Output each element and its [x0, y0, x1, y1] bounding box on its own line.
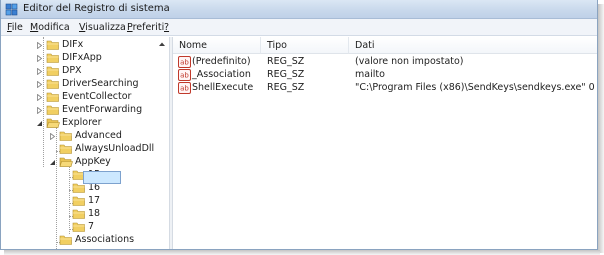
svg-text:ab: ab: [180, 59, 189, 67]
title-bar[interactable]: Editor del Registro di sistema: [1, 0, 597, 19]
value-name: (Predefinito): [192, 56, 251, 67]
tree-node-label: 7: [88, 221, 95, 232]
window-shadow-bottom: [4, 250, 600, 255]
value-type: REG_SZ: [267, 82, 305, 93]
value-type: REG_SZ: [267, 56, 305, 67]
menu-preferiti[interactable]: Preferiti: [127, 22, 164, 33]
collapsed-arrow-icon[interactable]: [36, 55, 43, 62]
menu-visualizza-label: isualizza: [85, 22, 126, 33]
window-title: Editor del Registro di sistema: [23, 3, 170, 14]
tree-node[interactable]: 18: [1, 208, 169, 221]
value-name: ShellExecute: [192, 82, 254, 93]
tree-node[interactable]: Explorer: [1, 117, 169, 130]
string-value-icon: ab: [178, 69, 191, 81]
tree-node[interactable]: DPX: [1, 65, 169, 78]
value-row[interactable]: ab ShellExecute REG_SZ "C:\Program Files…: [173, 82, 597, 95]
folder-icon: [46, 53, 59, 63]
menu-bar: File Modifica Visualizza Preferiti ?: [1, 19, 597, 36]
folder-icon: [72, 196, 85, 206]
value-data: mailto: [355, 69, 385, 80]
folder-icon: [59, 144, 72, 154]
tree-node-label: DIFx: [62, 39, 84, 50]
menu-preferiti-label: referiti: [132, 22, 165, 33]
selected-key-highlight: [83, 171, 121, 184]
value-name: _Association: [192, 69, 251, 80]
value-data: "C:\Program Files (x86)\SendKeys\sendkey…: [355, 82, 597, 93]
values-list[interactable]: Nome Tipo Dati ab (Predefinito) REG_SZ (…: [173, 37, 597, 249]
string-value-icon: ab: [178, 82, 191, 94]
folder-icon: [59, 131, 72, 141]
registry-key-tree[interactable]: DIFx DIFxApp DPX DriverSearching EventCollec…: [1, 37, 169, 249]
tree-node-label: Explorer: [62, 117, 102, 128]
tree-node-label: EventCollector: [62, 91, 132, 102]
folder-icon: [46, 92, 59, 102]
tree-node[interactable]: AlwaysUnloadDll: [1, 143, 169, 156]
tree-node[interactable]: 7: [1, 221, 169, 234]
registry-editor-app-icon: [5, 3, 18, 16]
menu-file[interactable]: File: [7, 22, 23, 33]
tree-node-label: Associations: [75, 234, 135, 245]
column-header-dati-label: Dati: [355, 40, 375, 51]
string-value-icon: ab: [178, 56, 191, 68]
menu-help[interactable]: ?: [164, 22, 169, 33]
collapsed-arrow-icon[interactable]: [36, 94, 43, 101]
value-row[interactable]: ab _Association REG_SZ mailto: [173, 69, 597, 82]
value-type: REG_SZ: [267, 69, 305, 80]
svg-text:ab: ab: [180, 72, 189, 80]
collapsed-arrow-icon[interactable]: [36, 107, 43, 114]
tree-node-label: DPX: [62, 65, 82, 76]
collapsed-arrow-icon[interactable]: [49, 133, 56, 140]
menu-modifica-label: odifica: [38, 22, 70, 33]
column-header-nome[interactable]: Nome: [173, 37, 261, 54]
tree-node-label: AppKey: [75, 156, 111, 167]
tree-node[interactable]: Associations: [1, 234, 169, 247]
column-header-dati[interactable]: Dati: [349, 37, 597, 54]
registry-editor-window: Editor del Registro di sistema File Modi…: [0, 0, 598, 250]
folder-icon: [46, 105, 59, 115]
column-header-nome-label: Nome: [179, 40, 208, 51]
tree-node[interactable]: DIFx: [1, 39, 169, 52]
window-shadow-right: [598, 4, 604, 253]
expanded-arrow-icon[interactable]: [49, 159, 56, 166]
tree-node-label: 18: [88, 208, 101, 219]
open-folder-icon: [46, 118, 60, 128]
collapsed-arrow-icon[interactable]: [36, 68, 43, 75]
tree-node-label: 17: [88, 195, 101, 206]
menu-modifica[interactable]: Modifica: [30, 22, 70, 33]
menu-file-label: ile: [11, 22, 23, 33]
tree-node[interactable]: Advanced: [1, 130, 169, 143]
value-data: (valore non impostato): [355, 56, 464, 67]
collapsed-arrow-icon[interactable]: [36, 42, 43, 49]
tree-node[interactable]: DriverSearching: [1, 78, 169, 91]
tree-node[interactable]: EventForwarding: [1, 104, 169, 117]
folder-icon: [46, 66, 59, 76]
tree-node-label: DIFxApp: [62, 52, 102, 63]
folder-icon: [72, 222, 85, 232]
tree-node-label: DriverSearching: [62, 78, 139, 89]
svg-text:ab: ab: [180, 85, 189, 93]
menu-help-mnemonic: ?: [164, 22, 170, 33]
tree-node-label: AlwaysUnloadDll: [75, 143, 155, 154]
menu-visualizza[interactable]: Visualizza: [79, 22, 126, 33]
folder-icon: [46, 40, 59, 50]
folder-icon: [46, 79, 59, 89]
expanded-arrow-icon[interactable]: [36, 120, 43, 127]
column-header-tipo[interactable]: Tipo: [261, 37, 349, 54]
tree-node[interactable]: 17: [1, 195, 169, 208]
tree-node[interactable]: DIFxApp: [1, 52, 169, 65]
tree-node[interactable]: EventCollector: [1, 91, 169, 104]
folder-icon: [59, 235, 72, 245]
tree-node-label: Advanced: [75, 130, 122, 141]
tree-node[interactable]: AppKey: [1, 156, 169, 169]
open-folder-icon: [59, 157, 73, 167]
tree-node-label: EventForwarding: [62, 104, 143, 115]
column-header-tipo-label: Tipo: [267, 40, 287, 51]
menu-modifica-mnemonic: M: [30, 22, 39, 33]
value-row[interactable]: ab (Predefinito) REG_SZ (valore non impo…: [173, 56, 597, 69]
collapsed-arrow-icon[interactable]: [36, 81, 43, 88]
folder-icon: [72, 209, 85, 219]
